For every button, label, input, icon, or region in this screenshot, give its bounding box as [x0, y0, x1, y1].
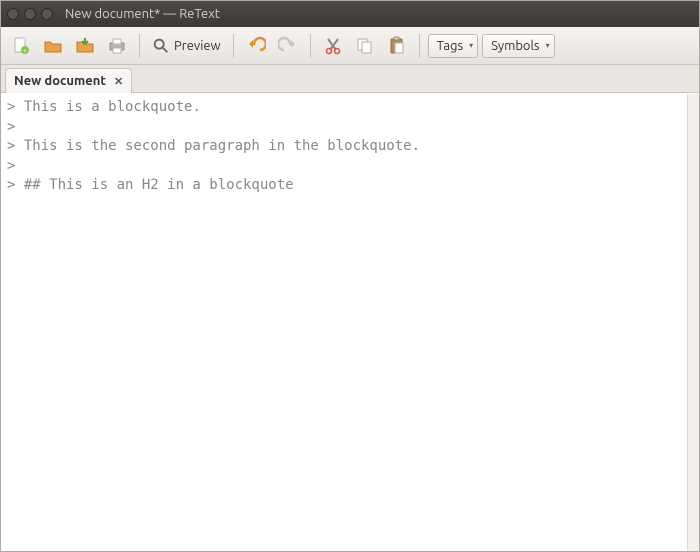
print-button[interactable] [103, 32, 131, 60]
vertical-scrollbar[interactable] [687, 94, 699, 551]
editor-line: > [7, 157, 693, 177]
symbols-dropdown[interactable]: Symbols ▾ [482, 34, 554, 58]
copy-icon [355, 36, 375, 56]
cut-icon [323, 36, 343, 56]
search-icon [152, 37, 170, 55]
toolbar-separator [233, 34, 234, 58]
paste-icon [387, 36, 407, 56]
save-button[interactable] [71, 32, 99, 60]
toolbar-separator [310, 34, 311, 58]
window-title: New document* — ReText [65, 7, 220, 21]
copy-button[interactable] [351, 32, 379, 60]
editor-area[interactable]: > This is a blockquote.>> This is the se… [1, 93, 699, 551]
print-icon [107, 36, 127, 56]
window-controls [7, 8, 53, 20]
symbols-dropdown-label: Symbols [491, 39, 539, 53]
tab-label: New document [14, 74, 106, 88]
editor-line: > [7, 118, 693, 138]
close-tab-button[interactable]: ✕ [114, 75, 123, 88]
cut-button[interactable] [319, 32, 347, 60]
editor-line: > ## This is an H2 in a blockquote [7, 176, 693, 196]
toolbar: + Preview [1, 27, 699, 65]
preview-button[interactable]: Preview [148, 32, 225, 60]
minimize-window-button[interactable] [24, 8, 36, 20]
editor-content[interactable]: > This is a blockquote.>> This is the se… [1, 94, 699, 200]
tags-dropdown-label: Tags [437, 39, 464, 53]
app-window: New document* — ReText + [0, 0, 700, 552]
tab-document[interactable]: New document ✕ [5, 68, 132, 93]
save-icon [75, 36, 95, 56]
undo-icon [246, 36, 266, 56]
paste-button[interactable] [383, 32, 411, 60]
close-icon: ✕ [114, 76, 123, 88]
toolbar-separator [139, 34, 140, 58]
svg-text:+: + [23, 47, 27, 55]
new-file-icon: + [11, 36, 31, 56]
maximize-window-button[interactable] [41, 8, 53, 20]
tags-dropdown[interactable]: Tags ▾ [428, 34, 479, 58]
close-window-button[interactable] [7, 8, 19, 20]
chevron-down-icon: ▾ [469, 41, 473, 50]
redo-button[interactable] [274, 32, 302, 60]
open-file-icon [43, 36, 63, 56]
toolbar-separator [419, 34, 420, 58]
open-file-button[interactable] [39, 32, 67, 60]
editor-line: > This is a blockquote. [7, 98, 693, 118]
redo-icon [278, 36, 298, 56]
undo-button[interactable] [242, 32, 270, 60]
editor-line: > This is the second paragraph in the bl… [7, 137, 693, 157]
preview-label: Preview [174, 39, 221, 53]
tab-bar: New document ✕ [1, 65, 699, 93]
chevron-down-icon: ▾ [546, 41, 550, 50]
titlebar: New document* — ReText [1, 1, 699, 27]
new-file-button[interactable]: + [7, 32, 35, 60]
